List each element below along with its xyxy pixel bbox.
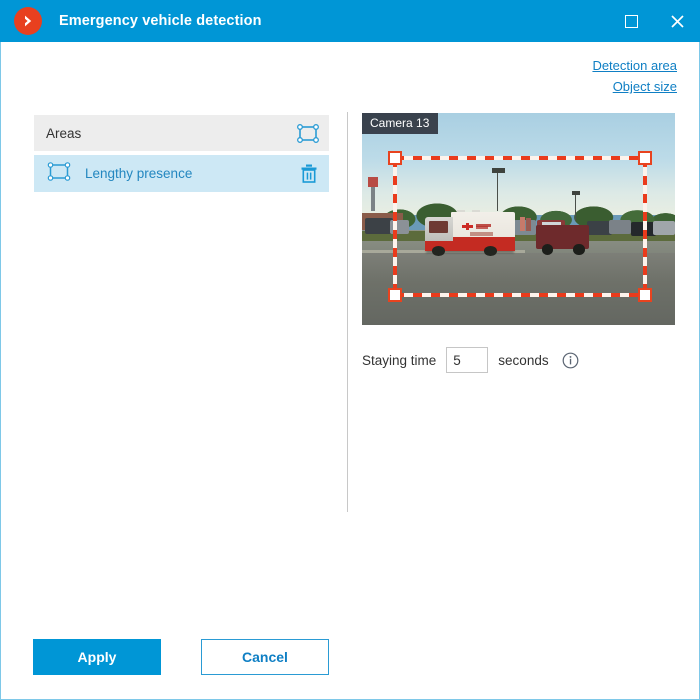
camera-name-label: Camera 13	[362, 113, 439, 134]
chevron-right-circle-icon	[14, 7, 42, 35]
detection-area-rectangle[interactable]	[388, 151, 652, 302]
maximize-button[interactable]	[608, 0, 654, 42]
seconds-unit-label: seconds	[498, 352, 549, 368]
object-size-link[interactable]: Object size	[592, 76, 677, 97]
camera-preview[interactable]: Camera 13	[362, 113, 675, 325]
staying-time-row: Staying time seconds	[362, 347, 579, 373]
detection-edge-right	[643, 158, 647, 295]
header-links: Detection area Object size	[592, 55, 677, 97]
dialog-footer: Apply Cancel	[33, 639, 329, 675]
title-bar: Emergency vehicle detection	[0, 0, 700, 42]
staying-time-label: Staying time	[362, 352, 437, 368]
areas-header-label: Areas	[46, 125, 82, 141]
list-item[interactable]: Lengthy presence	[34, 155, 329, 192]
resize-handle-top-left[interactable]	[388, 151, 402, 165]
resize-handle-bottom-right[interactable]	[638, 288, 652, 302]
resize-handle-top-right[interactable]	[638, 151, 652, 165]
dialog-body: Detection area Object size Areas Lengthy…	[0, 42, 700, 700]
detection-edge-left	[393, 158, 397, 295]
detection-edge-top	[395, 156, 645, 160]
areas-panel: Areas Lengthy presence	[34, 115, 329, 192]
info-icon	[562, 352, 578, 368]
detection-area-link[interactable]: Detection area	[592, 55, 677, 76]
trash-icon	[301, 164, 317, 183]
detection-edge-bottom	[395, 293, 645, 297]
staying-time-input[interactable]	[446, 347, 489, 373]
apply-button[interactable]: Apply	[33, 639, 161, 675]
emergency-vehicle-detection-dialog: Emergency vehicle detection Detection ar…	[0, 0, 700, 700]
window-controls	[608, 0, 700, 42]
maximize-icon	[624, 14, 638, 28]
area-rectangle-icon	[47, 161, 71, 186]
window-title: Emergency vehicle detection	[59, 13, 262, 29]
panel-separator	[347, 112, 348, 512]
areas-header: Areas	[34, 115, 329, 151]
delete-area-button[interactable]	[299, 163, 319, 184]
list-item-label: Lengthy presence	[85, 166, 193, 181]
close-icon	[670, 14, 684, 28]
add-area-button[interactable]	[297, 123, 319, 143]
resize-handle-bottom-left[interactable]	[388, 288, 402, 302]
add-area-icon	[297, 123, 319, 143]
close-button[interactable]	[654, 0, 700, 42]
cancel-button[interactable]: Cancel	[201, 639, 329, 675]
info-button[interactable]	[562, 352, 579, 369]
